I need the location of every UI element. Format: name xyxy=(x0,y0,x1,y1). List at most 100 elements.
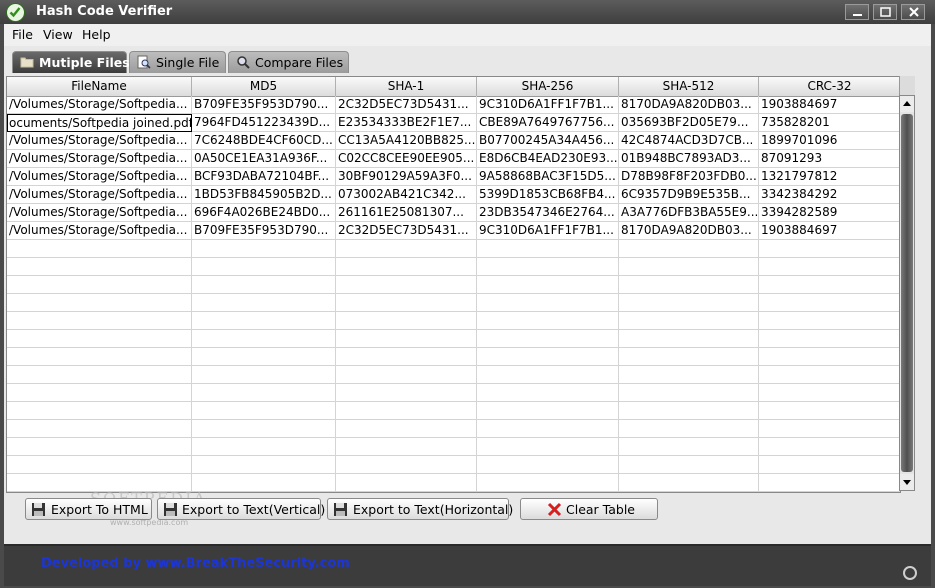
cell-sha1[interactable] xyxy=(336,474,477,492)
cell-filename[interactable]: /Volumes/Storage/Softpedia... xyxy=(7,168,192,186)
cell-sha512[interactable]: 8170DA9A820DB03... xyxy=(619,222,759,240)
cell-sha256[interactable] xyxy=(477,402,619,420)
table-row[interactable] xyxy=(7,456,900,474)
cell-crc32[interactable]: 3342384292 xyxy=(759,186,900,204)
cell-crc32[interactable] xyxy=(759,438,900,456)
cell-sha1[interactable] xyxy=(336,366,477,384)
table-row[interactable]: /Volumes/Storage/Softpedia... B709FE35F95… xyxy=(7,96,900,114)
cell-filename[interactable]: /Volumes/Storage/Softpedia... xyxy=(7,96,192,114)
cell-crc32[interactable] xyxy=(759,402,900,420)
cell-md5[interactable]: 0A50CE1EA31A936F... xyxy=(192,150,336,168)
cell-sha1[interactable] xyxy=(336,456,477,474)
cell-sha512[interactable]: 01B948BC7893AD3... xyxy=(619,150,759,168)
cell-sha256[interactable] xyxy=(477,420,619,438)
cell-sha1[interactable] xyxy=(336,348,477,366)
table-row[interactable] xyxy=(7,330,900,348)
table-row[interactable]: /Volumes/Storage/Softpedia... 1BD53FB8459… xyxy=(7,186,900,204)
cell-md5[interactable] xyxy=(192,438,336,456)
cell-sha512[interactable]: 035693BF2D05E79... xyxy=(619,114,759,132)
cell-filename[interactable] xyxy=(7,258,192,276)
cell-crc32[interactable] xyxy=(759,456,900,474)
cell-crc32[interactable] xyxy=(759,384,900,402)
cell-crc32[interactable]: 1903884697 xyxy=(759,222,900,240)
table-row[interactable] xyxy=(7,240,900,258)
cell-md5[interactable] xyxy=(192,276,336,294)
cell-crc32[interactable] xyxy=(759,330,900,348)
cell-sha1[interactable] xyxy=(336,258,477,276)
scroll-down-button[interactable] xyxy=(900,474,914,490)
cell-sha1[interactable]: C02CC8CEE90EE905... xyxy=(336,150,477,168)
cell-md5[interactable]: 7964FD451223439D... xyxy=(192,114,336,132)
cell-sha1[interactable] xyxy=(336,402,477,420)
column-header-sha1[interactable]: SHA-1 xyxy=(336,77,477,96)
cell-sha512[interactable]: D78B98F8F203FDB0... xyxy=(619,168,759,186)
cell-sha256[interactable]: 9A58868BAC3F15D5... xyxy=(477,168,619,186)
cell-crc32[interactable] xyxy=(759,240,900,258)
cell-sha512[interactable] xyxy=(619,402,759,420)
cell-filename[interactable] xyxy=(7,330,192,348)
cell-md5[interactable] xyxy=(192,294,336,312)
cell-sha512[interactable] xyxy=(619,366,759,384)
table-row[interactable] xyxy=(7,438,900,456)
cell-filename[interactable] xyxy=(7,366,192,384)
table-row[interactable]: /Volumes/Storage/Softpedia... B709FE35F95… xyxy=(7,222,900,240)
cell-sha256[interactable] xyxy=(477,384,619,402)
cell-filename[interactable] xyxy=(7,456,192,474)
cell-sha512[interactable] xyxy=(619,456,759,474)
cell-sha1[interactable] xyxy=(336,330,477,348)
cell-filename[interactable] xyxy=(7,438,192,456)
menu-file[interactable]: File xyxy=(12,27,33,42)
cell-sha512[interactable] xyxy=(619,474,759,492)
cell-filename[interactable] xyxy=(7,402,192,420)
tab-single-file[interactable]: Single File xyxy=(129,51,226,73)
cell-md5[interactable] xyxy=(192,240,336,258)
cell-sha256[interactable] xyxy=(477,312,619,330)
cell-crc32[interactable] xyxy=(759,420,900,438)
cell-sha512[interactable] xyxy=(619,348,759,366)
cell-filename[interactable] xyxy=(7,312,192,330)
cell-sha256[interactable] xyxy=(477,366,619,384)
cell-sha512[interactable]: 42C4874ACD3D7CB... xyxy=(619,132,759,150)
table-row[interactable] xyxy=(7,294,900,312)
cell-crc32[interactable] xyxy=(759,474,900,492)
cell-crc32[interactable] xyxy=(759,294,900,312)
cell-sha512[interactable]: 6C9357D9B9E535B... xyxy=(619,186,759,204)
cell-filename[interactable]: /Volumes/Storage/Softpedia... xyxy=(7,150,192,168)
cell-md5[interactable] xyxy=(192,312,336,330)
cell-sha256[interactable] xyxy=(477,438,619,456)
cell-sha256[interactable] xyxy=(477,330,619,348)
column-header-sha256[interactable]: SHA-256 xyxy=(477,77,619,96)
table-row[interactable]: ocuments/Softpedia joined.pdf 7964FD45122… xyxy=(7,114,900,132)
cell-filename[interactable]: /Volumes/Storage/Softpedia... xyxy=(7,204,192,222)
cell-sha256[interactable]: 23DB3547346E2764... xyxy=(477,204,619,222)
cell-filename[interactable] xyxy=(7,384,192,402)
cell-sha512[interactable] xyxy=(619,240,759,258)
cell-md5[interactable] xyxy=(192,474,336,492)
cell-sha512[interactable] xyxy=(619,312,759,330)
cell-crc32[interactable]: 735828201 xyxy=(759,114,900,132)
tab-multiple-files[interactable]: Mutiple Files xyxy=(12,51,130,73)
close-button[interactable] xyxy=(901,4,925,20)
clear-table-button[interactable]: Clear Table xyxy=(520,498,658,520)
export-html-button[interactable]: Export To HTML xyxy=(25,498,152,520)
column-header-md5[interactable]: MD5 xyxy=(192,77,336,96)
cell-filename[interactable]: /Volumes/Storage/Softpedia... xyxy=(7,132,192,150)
table-row[interactable] xyxy=(7,402,900,420)
cell-filename[interactable]: ocuments/Softpedia joined.pdf xyxy=(7,114,192,132)
vertical-scrollbar[interactable] xyxy=(899,95,915,491)
cell-sha512[interactable] xyxy=(619,330,759,348)
cell-filename[interactable] xyxy=(7,420,192,438)
cell-filename[interactable] xyxy=(7,276,192,294)
cell-sha1[interactable]: 2C32D5EC73D5431... xyxy=(336,222,477,240)
table-row[interactable]: /Volumes/Storage/Softpedia... BCF93DABA72… xyxy=(7,168,900,186)
cell-filename[interactable] xyxy=(7,348,192,366)
cell-crc32[interactable]: 87091293 xyxy=(759,150,900,168)
cell-crc32[interactable] xyxy=(759,366,900,384)
cell-crc32[interactable] xyxy=(759,312,900,330)
cell-sha256[interactable] xyxy=(477,456,619,474)
cell-sha1[interactable] xyxy=(336,276,477,294)
cell-md5[interactable] xyxy=(192,456,336,474)
cell-md5[interactable] xyxy=(192,366,336,384)
cell-md5[interactable]: B709FE35F953D790... xyxy=(192,96,336,114)
cell-md5[interactable] xyxy=(192,420,336,438)
